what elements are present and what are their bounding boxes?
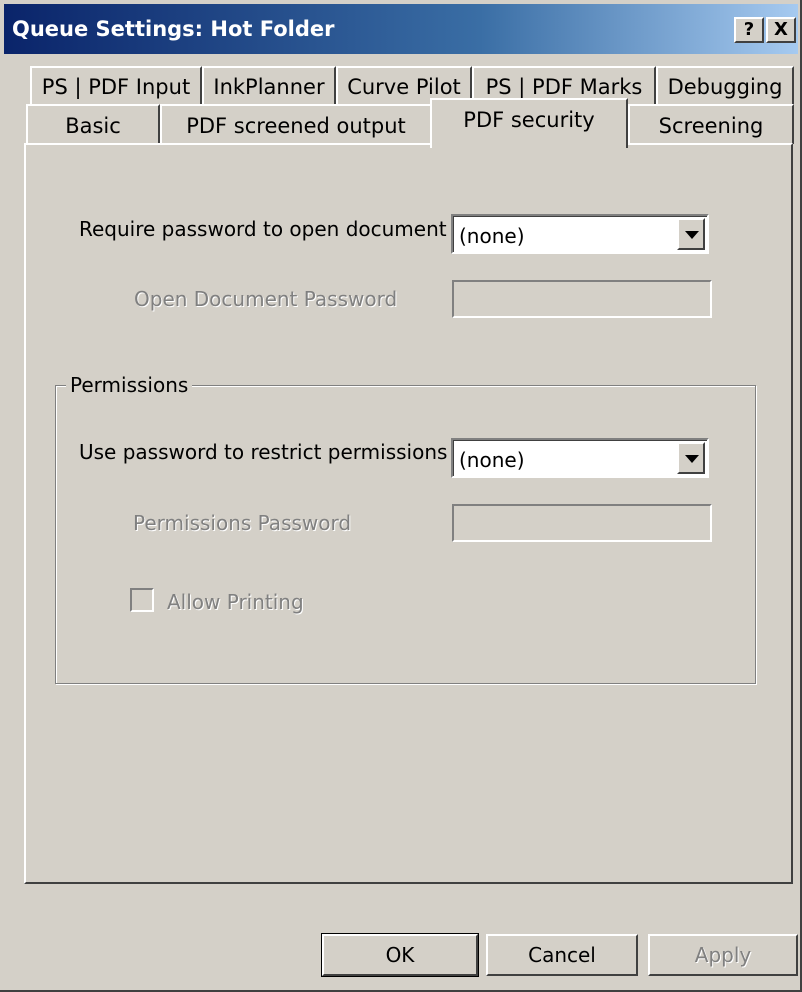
open-document-password-label: Open Document Password [134, 287, 398, 311]
tab-debugging[interactable]: Debugging [656, 66, 794, 104]
tab-ps-pdf-input[interactable]: PS | PDF Input [30, 66, 202, 104]
chevron-down-icon[interactable] [677, 218, 705, 250]
require-password-value: (none) [459, 224, 525, 248]
chevron-down-icon[interactable] [677, 442, 705, 474]
close-button[interactable]: X [766, 17, 796, 43]
restrict-permissions-value: (none) [459, 448, 525, 472]
title-bar[interactable]: Queue Settings: Hot Folder ? X [4, 4, 798, 54]
tab-inkplanner[interactable]: InkPlanner [202, 66, 336, 104]
tab-pdf-security[interactable]: PDF security [430, 98, 628, 148]
tab-pdf-screened-output[interactable]: PDF screened output [160, 104, 432, 144]
tab-basic[interactable]: Basic [26, 104, 160, 144]
allow-printing-label: Allow Printing [167, 590, 304, 614]
permissions-group-label: Permissions [66, 373, 193, 397]
allow-printing-checkbox[interactable] [130, 588, 154, 612]
open-document-password-field[interactable] [452, 280, 712, 318]
restrict-permissions-dropdown[interactable]: (none) [451, 438, 709, 478]
require-password-dropdown[interactable]: (none) [451, 214, 709, 254]
cancel-button[interactable]: Cancel [486, 934, 638, 976]
window-title: Queue Settings: Hot Folder [12, 17, 335, 41]
apply-button[interactable]: Apply [648, 934, 798, 976]
tab-screening[interactable]: Screening [628, 104, 794, 144]
permissions-password-label: Permissions Password [133, 511, 352, 535]
restrict-permissions-label: Use password to restrict permissions [79, 440, 448, 464]
require-password-label: Require password to open document [79, 217, 447, 241]
help-button[interactable]: ? [734, 17, 764, 43]
queue-settings-dialog: Queue Settings: Hot Folder ? X PS | PDF … [0, 0, 802, 992]
permissions-password-field[interactable] [452, 504, 712, 542]
ok-button[interactable]: OK [321, 933, 479, 977]
